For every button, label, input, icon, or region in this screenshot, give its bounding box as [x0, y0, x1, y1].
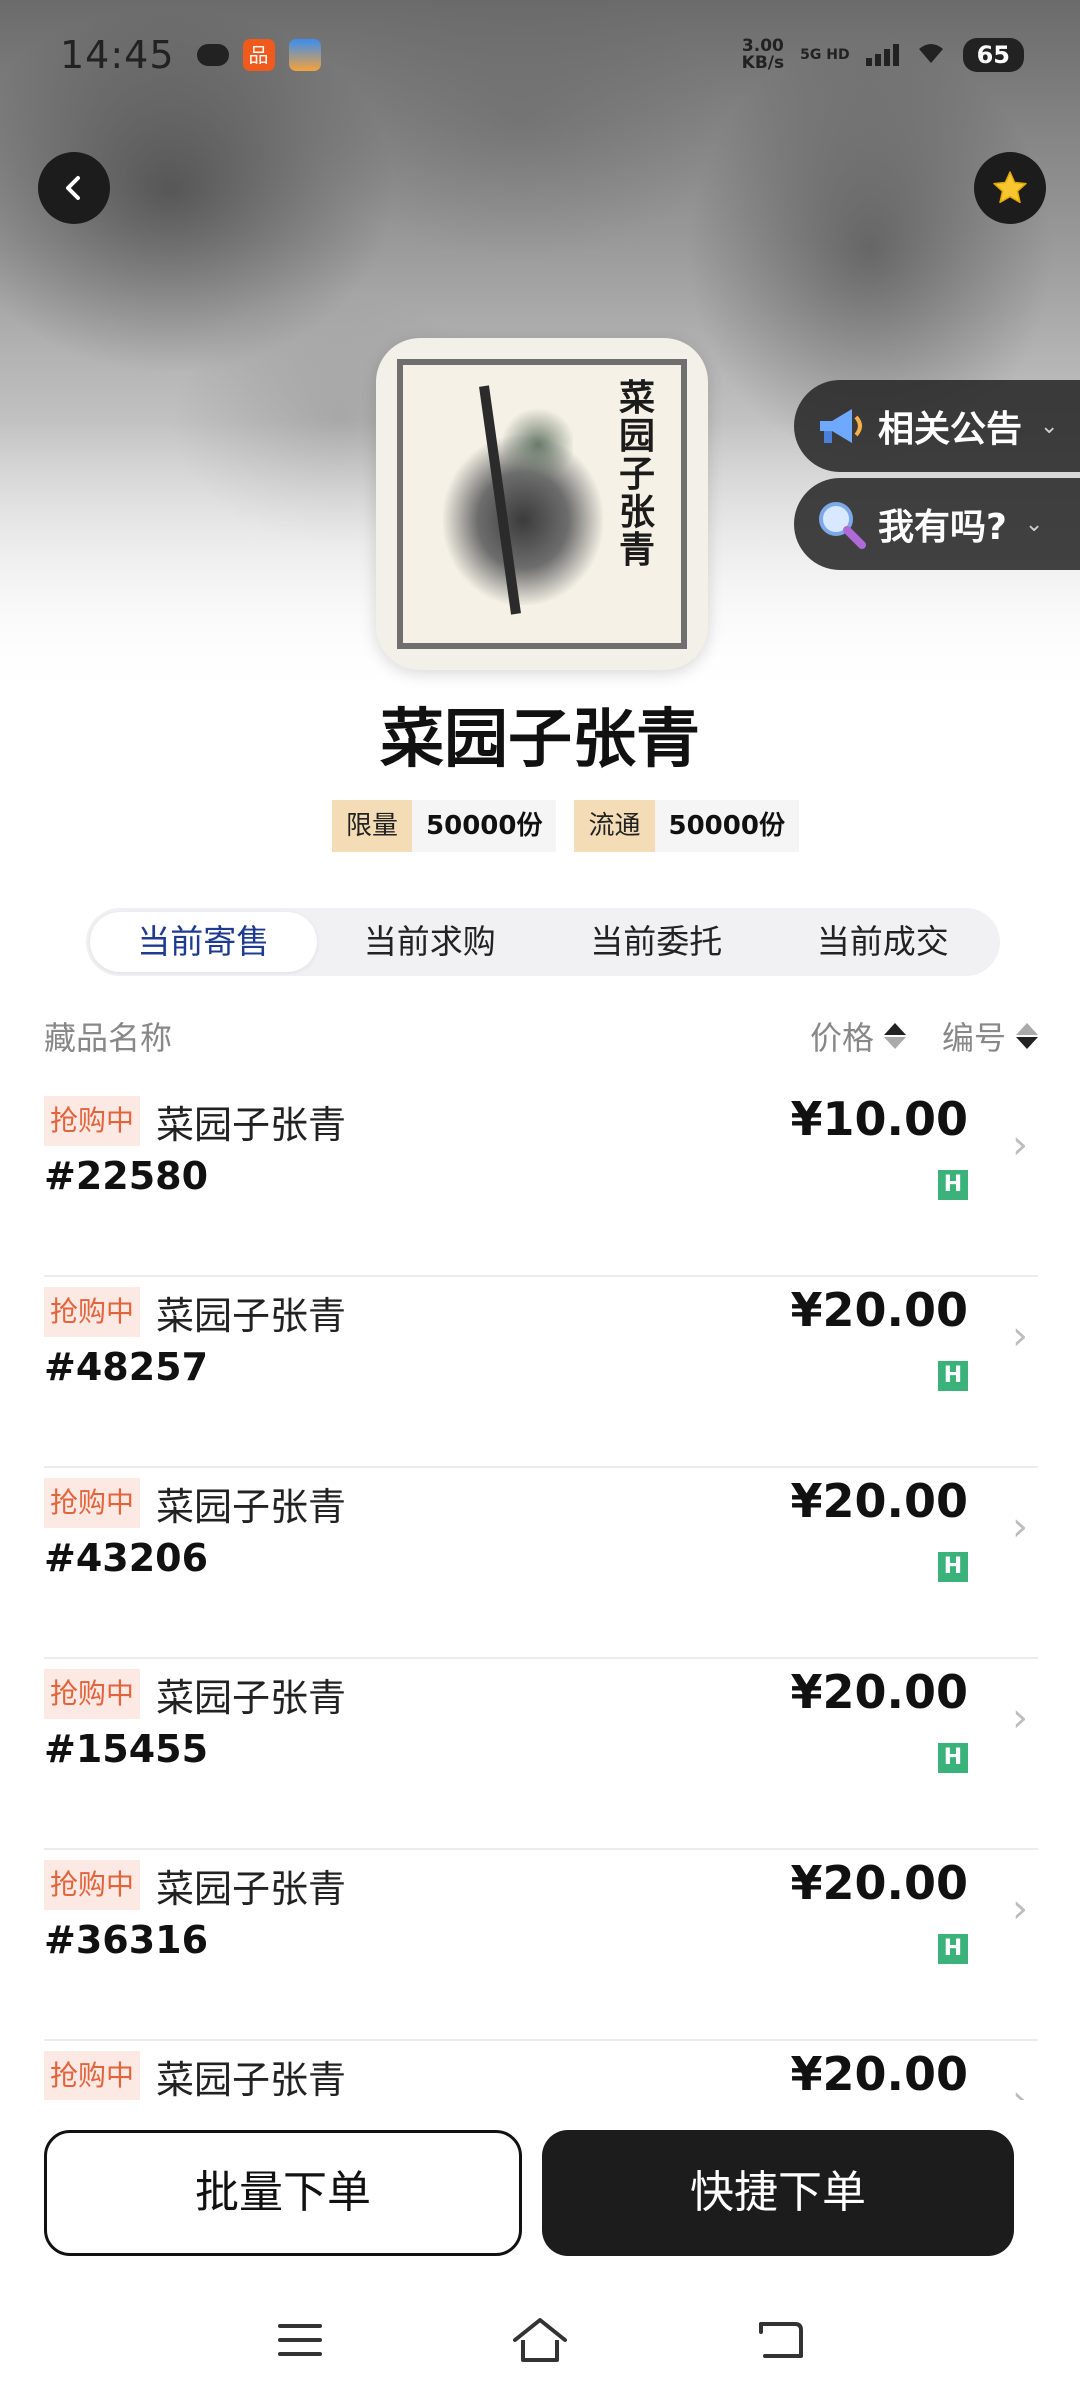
chevron-left-icon	[66, 176, 80, 200]
item-price: ¥20.00	[790, 1283, 968, 1337]
item-name: 菜园子张青	[156, 2058, 347, 2102]
batch-order-button[interactable]: 批量下单	[44, 2130, 522, 2256]
chain-tag: H	[938, 1170, 968, 1200]
app-notification-icon-2	[288, 39, 321, 71]
chevron-right-icon: ›	[1012, 1886, 1028, 1932]
artwork-image: 菜园子张青	[397, 359, 687, 649]
item-price: ¥20.00	[790, 1665, 968, 1719]
item-name: 菜园子张青	[156, 1103, 347, 1147]
status-time: 14:45	[60, 33, 175, 77]
limit-tag: 限量 50000份	[332, 800, 557, 852]
announcements-label: 相关公告	[878, 409, 1023, 450]
listing-row[interactable]: 抢购中 菜园子张青 #48257 ¥20.00 H ›	[44, 1277, 1038, 1468]
quick-order-button[interactable]: 快捷下单	[542, 2130, 1014, 2256]
status-notification-icons: 品	[196, 39, 321, 71]
sort-arrows-icon	[883, 1023, 906, 1049]
back-nav-icon[interactable]	[750, 2310, 810, 2370]
item-serial: #22580	[44, 1154, 209, 1198]
announcements-button[interactable]: 相关公告 ⌄	[794, 380, 1080, 472]
listing-tabs: 当前寄售 当前求购 当前委托 当前成交	[86, 908, 1000, 976]
wifi-icon	[915, 39, 947, 72]
status-badge: 抢购中	[44, 1287, 141, 1337]
circulation-tag: 流通 50000份	[574, 800, 799, 852]
favorite-button[interactable]	[974, 152, 1046, 224]
megaphone-icon	[814, 399, 868, 453]
do-i-have-label: 我有吗?	[878, 507, 1007, 548]
caret-icon: ⌄	[1040, 413, 1059, 439]
sort-by-number[interactable]: 编号	[942, 1013, 1038, 1059]
tab-current-orders[interactable]: 当前委托	[543, 912, 770, 972]
chevron-right-icon: ›	[1012, 1313, 1028, 1359]
item-name: 菜园子张青	[156, 1485, 347, 1529]
cloud-icon	[196, 44, 229, 66]
listing-row[interactable]: 抢购中 菜园子张青 #36316 ¥20.00 H ›	[44, 1850, 1038, 2041]
artwork-calligraphy: 菜园子张青	[619, 377, 656, 571]
chain-tag: H	[938, 1934, 968, 1964]
listing-row[interactable]: 抢购中 菜园子张青 #22580 ¥10.00 H ›	[44, 1086, 1038, 1277]
list-header: 藏品名称 价格 编号	[44, 1008, 1038, 1064]
chevron-right-icon: ›	[1012, 1504, 1028, 1550]
item-serial: #48257	[44, 1345, 209, 1389]
status-right: 3.00 KB/s 5G HD 65	[742, 38, 1024, 72]
back-button[interactable]	[38, 152, 110, 224]
chain-tag: H	[938, 1552, 968, 1582]
status-badge: 抢购中	[44, 1669, 141, 1719]
star-icon	[993, 171, 1027, 204]
tab-current-deals[interactable]: 当前成交	[770, 912, 997, 972]
chain-tag: H	[938, 1743, 968, 1773]
listing-row[interactable]: 抢购中 菜园子张青 #43206 ¥20.00 H ›	[44, 1468, 1038, 1659]
product-tags: 限量 50000份 流通 50000份	[332, 800, 799, 852]
item-name: 菜园子张青	[156, 1867, 347, 1911]
do-i-have-button[interactable]: 我有吗? ⌄	[794, 478, 1080, 570]
status-badge: 抢购中	[44, 1860, 141, 1910]
home-icon[interactable]	[510, 2310, 570, 2370]
collectible-artwork: 菜园子张青	[376, 338, 708, 670]
tab-current-bids[interactable]: 当前求购	[317, 912, 544, 972]
item-serial: #43206	[44, 1536, 209, 1580]
column-name-header: 藏品名称	[44, 1019, 173, 1057]
item-price: ¥20.00	[790, 2047, 968, 2101]
chevron-right-icon: ›	[1012, 1122, 1028, 1168]
item-price: ¥10.00	[790, 1092, 968, 1146]
status-bar: 14:45 品 3.00 KB/s 5G HD 65	[0, 0, 1080, 110]
chevron-right-icon: ›	[1012, 1695, 1028, 1741]
status-badge: 抢购中	[44, 1096, 141, 1146]
listing-row[interactable]: 抢购中 菜园子张青 #15455 ¥20.00 H ›	[44, 1659, 1038, 1850]
bottom-action-bar: 批量下单 快捷下单	[0, 2100, 1080, 2280]
sort-arrows-icon	[1016, 1023, 1038, 1049]
item-name: 菜园子张青	[156, 1294, 347, 1338]
product-title: 菜园子张青	[380, 703, 700, 777]
listing-list: 抢购中 菜园子张青 #22580 ¥10.00 H › 抢购中 菜园子张青 #4…	[44, 1086, 1038, 2232]
item-name: 菜园子张青	[156, 1676, 347, 1720]
magnifier-icon	[814, 497, 868, 551]
chain-tag: H	[938, 1361, 968, 1391]
signal-icon	[865, 44, 899, 66]
status-badge: 抢购中	[44, 1478, 141, 1528]
caret-icon: ⌄	[1024, 511, 1044, 537]
item-serial: #36316	[44, 1918, 209, 1962]
item-price: ¥20.00	[790, 1474, 968, 1528]
sort-by-price[interactable]: 价格	[810, 1013, 906, 1059]
battery-indicator: 65	[962, 38, 1024, 72]
tab-current-consignment[interactable]: 当前寄售	[90, 912, 317, 972]
item-price: ¥20.00	[790, 1856, 968, 1910]
network-speed: 3.00 KB/s	[741, 36, 785, 73]
menu-icon[interactable]	[270, 2310, 330, 2370]
status-badge: 抢购中	[44, 2051, 141, 2101]
app-notification-icon: 品	[242, 39, 275, 71]
item-serial: #15455	[44, 1727, 209, 1771]
network-type: 5G HD	[800, 47, 850, 63]
system-navigation-bar	[0, 2280, 1080, 2400]
